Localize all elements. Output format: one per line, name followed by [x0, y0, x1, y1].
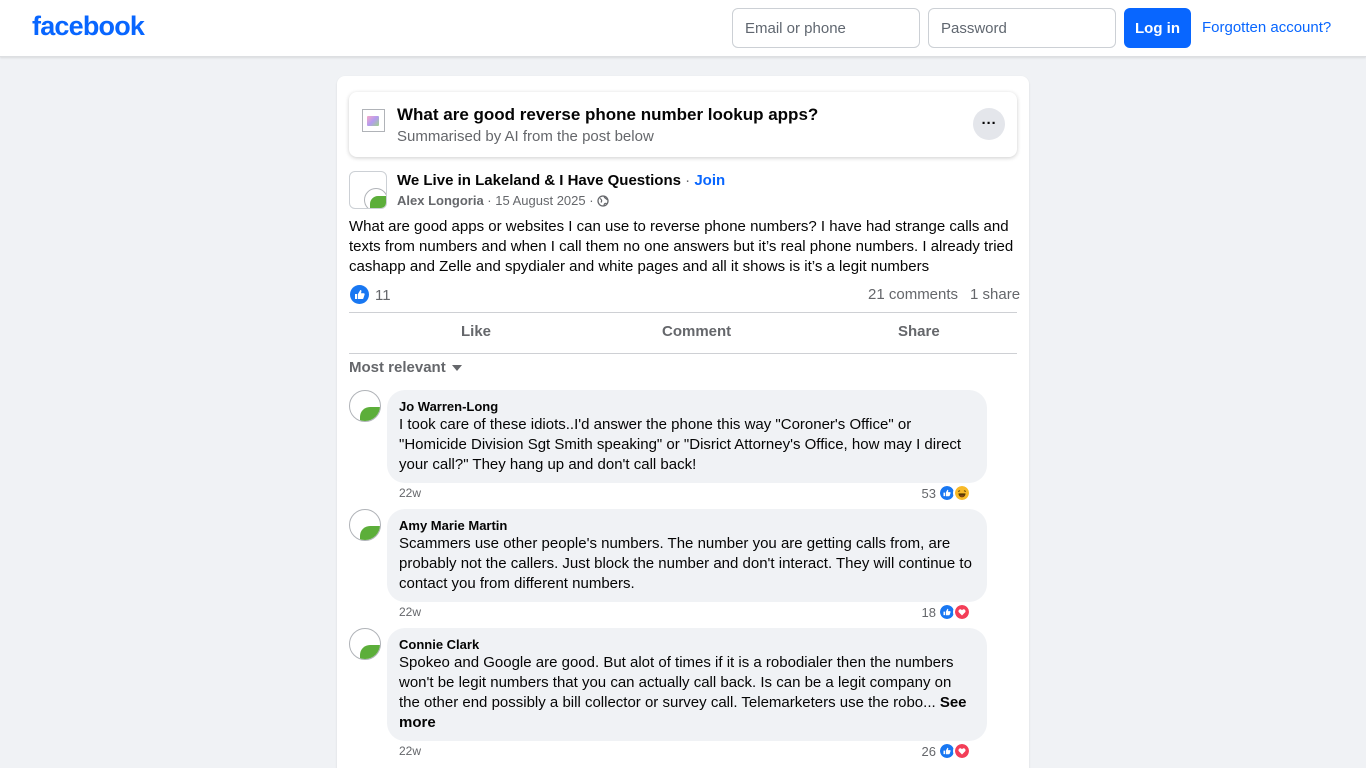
comment-text: I took care of these idiots..I'd answer … — [399, 416, 962, 473]
commenter-name[interactable]: Jo Warren-Long — [399, 399, 975, 415]
divider — [349, 353, 1017, 354]
facebook-logo[interactable]: facebook — [32, 11, 145, 42]
love-reaction-icon — [953, 742, 971, 760]
post-author[interactable]: Alex Longoria — [397, 193, 484, 208]
post-date[interactable]: 15 August 2025 — [495, 193, 585, 208]
commenter-name[interactable]: Amy Marie Martin — [399, 518, 975, 534]
ai-summary-title: What are good reverse phone number looku… — [397, 105, 819, 124]
more-options-button[interactable]: ··· — [973, 108, 1005, 140]
like-reaction-icon[interactable] — [350, 285, 369, 304]
login-button[interactable]: Log in — [1124, 8, 1191, 48]
comment-reactions[interactable]: 53 — [922, 484, 971, 502]
caret-down-icon — [451, 365, 462, 371]
share-button[interactable]: Share — [898, 323, 940, 340]
reaction-count: 26 — [921, 743, 936, 759]
ai-summary-subtitle: Summarised by AI from the post below — [397, 128, 654, 145]
avatar[interactable] — [349, 628, 381, 660]
forgot-account-link[interactable]: Forgotten account? — [1202, 19, 1331, 36]
top-bar: facebook Log in Forgotten account? — [0, 0, 1366, 57]
comment-bubble: Connie Clark Spokeo and Google are good.… — [387, 628, 987, 741]
comment: Jo Warren-Long I took care of these idio… — [349, 390, 1017, 504]
comment-timestamp[interactable]: 22w — [399, 605, 421, 619]
comment-reactions[interactable]: 26 — [922, 742, 971, 760]
separator-dot: · — [585, 193, 598, 208]
comment-text: Scammers use other people's numbers. The… — [399, 535, 972, 592]
group-name-link[interactable]: We Live in Lakeland & I Have Questions — [397, 172, 681, 189]
globe-icon — [597, 195, 609, 210]
group-avatar[interactable] — [349, 171, 387, 209]
haha-reaction-icon — [953, 484, 971, 502]
comment: Connie Clark Spokeo and Google are good.… — [349, 628, 1017, 768]
divider — [349, 312, 1017, 313]
group-header: We Live in Lakeland & I Have Questions ·… — [397, 172, 725, 189]
ai-summary-card[interactable]: What are good reverse phone number looku… — [349, 92, 1017, 157]
post-meta: Alex Longoria · 15 August 2025 · — [397, 193, 609, 210]
image-icon — [362, 109, 385, 132]
sort-label: Most relevant — [349, 359, 446, 376]
love-reaction-icon — [953, 603, 971, 621]
reaction-count: 18 — [921, 604, 936, 620]
reaction-count: 53 — [921, 485, 936, 501]
comments-count[interactable]: 21 comments — [868, 286, 958, 303]
like-button[interactable]: Like — [461, 323, 491, 340]
post-card: What are good reverse phone number looku… — [337, 76, 1029, 768]
password-input[interactable] — [928, 8, 1116, 48]
reaction-count[interactable]: 11 — [375, 287, 391, 304]
comment-timestamp[interactable]: 22w — [399, 744, 421, 758]
comment-text: Spokeo and Google are good. But alot of … — [399, 653, 975, 733]
comment-reactions[interactable]: 18 — [922, 603, 971, 621]
shares-count[interactable]: 1 share — [970, 286, 1020, 303]
avatar[interactable] — [349, 390, 381, 422]
comment-text-content: Spokeo and Google are good. But alot of … — [399, 654, 954, 711]
comment-bubble: Amy Marie Martin Scammers use other peop… — [387, 509, 987, 602]
comment: Amy Marie Martin Scammers use other peop… — [349, 509, 1017, 623]
join-link[interactable]: Join — [694, 172, 725, 189]
separator-dot: · — [680, 172, 695, 189]
comment-button[interactable]: Comment — [662, 323, 731, 340]
comment-bubble: Jo Warren-Long I took care of these idio… — [387, 390, 987, 483]
commenter-name[interactable]: Connie Clark — [399, 637, 975, 653]
comment-timestamp[interactable]: 22w — [399, 486, 421, 500]
separator-dot: · — [483, 193, 496, 208]
avatar[interactable] — [349, 509, 381, 541]
post-body: What are good apps or websites I can use… — [349, 218, 1014, 275]
comment-sort-dropdown[interactable]: Most relevant — [349, 359, 462, 376]
email-input[interactable] — [732, 8, 920, 48]
